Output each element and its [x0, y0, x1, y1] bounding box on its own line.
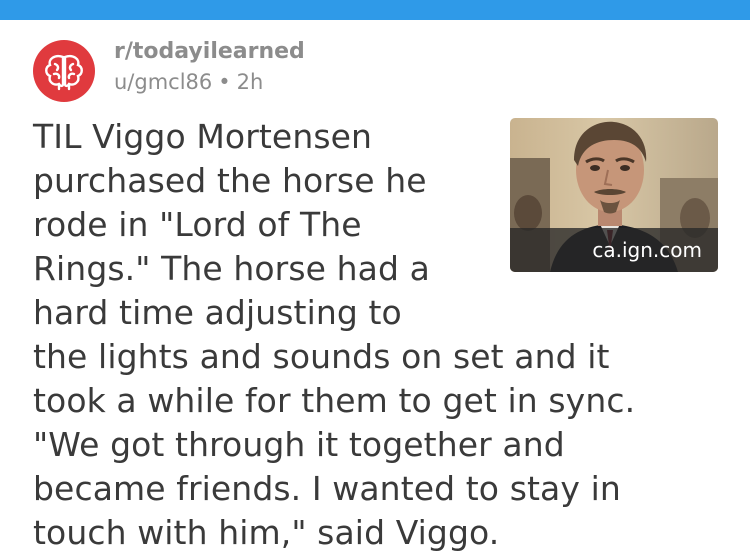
subreddit-avatar[interactable]: [33, 40, 95, 102]
thumbnail-domain: ca.ign.com: [510, 228, 718, 272]
link-thumbnail[interactable]: ca.ign.com: [510, 118, 718, 272]
meta-separator: •: [218, 70, 231, 94]
author-name[interactable]: u/gmcl86: [114, 70, 212, 94]
title-line: hard time adjusting to: [33, 293, 402, 332]
title-line: touch with him," said Viggo.: [33, 513, 500, 552]
title-line: the lights and sounds on set and it: [33, 337, 610, 376]
subreddit-name[interactable]: r/todayilearned: [114, 38, 305, 66]
title-line: "We got through it together and: [33, 425, 565, 464]
top-bar: [0, 0, 750, 20]
post-meta: u/gmcl86 • 2h: [114, 68, 263, 96]
title-line: became friends. I wanted to stay in: [33, 469, 621, 508]
title-line: took a while for them to get in sync.: [33, 381, 636, 420]
post-age: 2h: [236, 70, 264, 94]
brain-icon: [33, 40, 95, 102]
